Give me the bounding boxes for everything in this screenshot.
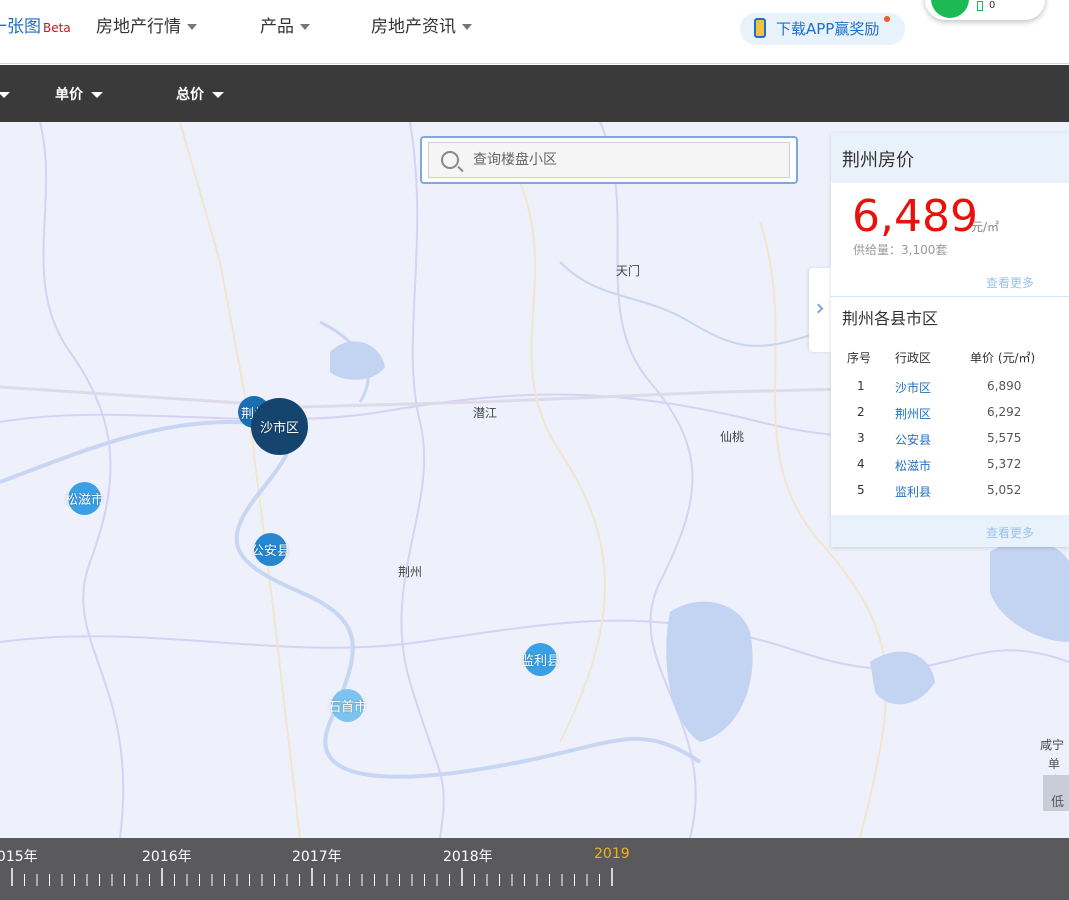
table-row-price: 5,575 — [987, 431, 1022, 445]
table-row-price: 5,372 — [987, 457, 1022, 471]
table-row-index: 1 — [857, 379, 865, 393]
district-bubble[interactable]: 松滋市 — [65, 482, 105, 515]
price-panel: 荆州房价 6,489 元/㎡ 供给量：3,100套 查看更多 荆州各县市区 序号… — [831, 133, 1069, 547]
timeline-year[interactable]: 2018年 — [443, 846, 493, 866]
table-row-index: 2 — [857, 405, 865, 419]
site-logo[interactable]: 一张图Beta — [0, 12, 71, 37]
beta-badge: Beta — [43, 21, 71, 35]
place-label: 潜江 — [473, 406, 498, 420]
phone-icon — [754, 18, 766, 38]
panel-collapse-button[interactable] — [809, 268, 831, 352]
district-bubble-label: 石首市 — [328, 700, 368, 715]
district-bubble[interactable]: 沙市区 — [251, 398, 308, 455]
timeline[interactable]: 2015年 2016年 2017年 2018年 2019 — [0, 838, 1069, 900]
chevron-down-icon — [187, 24, 197, 30]
district-link[interactable]: 公安县 — [895, 431, 931, 448]
column-header-price: 单价 (元/㎡) — [970, 351, 1036, 365]
price-unit: 元/㎡ — [971, 220, 1000, 234]
top-nav: 一张图Beta 房地产行情 产品 房地产资讯 下载APP赢奖励 0 — [0, 0, 1069, 64]
place-label: 天门 — [616, 264, 641, 278]
filter-unit-price-label: 单价 — [55, 87, 83, 103]
panel-header: 荆州房价 — [831, 133, 1069, 183]
place-label: 咸宁 — [1040, 738, 1065, 752]
notification-dot — [884, 16, 890, 22]
nav-news[interactable]: 房地产资讯 — [371, 12, 472, 37]
table-row-index: 5 — [857, 483, 865, 497]
filter-total-price[interactable]: 总价 — [176, 84, 224, 104]
nav-market-label: 房地产行情 — [96, 17, 181, 37]
district-bubble-label: 松滋市 — [65, 493, 105, 508]
panel-footer: 查看更多 — [831, 515, 1069, 547]
supply-count: 供给量：3,100套 — [853, 243, 948, 257]
timeline-year[interactable]: 2016年 — [142, 846, 192, 866]
table-row-price: 5,052 — [987, 483, 1022, 497]
battery-icon — [977, 1, 983, 11]
chevron-right-icon — [813, 303, 824, 314]
filter-unit-price[interactable]: 单价 — [55, 84, 103, 104]
table-row-price: 6,890 — [987, 379, 1022, 393]
district-bubble-label: 公安县 — [251, 544, 291, 559]
status-widget[interactable]: 0 — [925, 0, 1045, 20]
status-count: 0 — [989, 0, 996, 11]
timeline-year[interactable]: 2017年 — [292, 846, 342, 866]
table-row-price: 6,292 — [987, 405, 1022, 419]
filter-total-price-label: 总价 — [176, 87, 204, 103]
district-bubble[interactable]: 公安县 — [251, 533, 291, 566]
district-bubble[interactable]: 监利县 — [521, 643, 561, 676]
section-title: 荆州各县市区 — [842, 309, 939, 328]
chevron-down-icon — [91, 92, 103, 98]
nav-news-label: 房地产资讯 — [371, 17, 456, 37]
district-bubble-label: 监利县 — [521, 654, 561, 669]
timeline-year[interactable]: 2015年 — [0, 846, 38, 866]
district-bubble-label: 沙市区 — [259, 421, 299, 436]
chevron-down-icon[interactable] — [0, 92, 10, 98]
logo-text: 一张图 — [0, 17, 41, 37]
nav-products[interactable]: 产品 — [260, 12, 310, 37]
legend-low-label: 低 — [1051, 795, 1065, 810]
place-label: 仙桃 — [720, 430, 745, 444]
chevron-down-icon — [212, 92, 224, 98]
search-box — [420, 136, 798, 184]
district-link[interactable]: 荆州区 — [895, 405, 931, 422]
search-input[interactable] — [473, 143, 773, 177]
district-link[interactable]: 监利县 — [895, 483, 931, 500]
nav-products-label: 产品 — [260, 17, 294, 37]
app-download-button[interactable]: 下载APP赢奖励 — [740, 13, 905, 45]
place-label: 荆州 — [398, 565, 423, 579]
column-header-index: 序号 — [847, 351, 872, 365]
search-field-wrap — [428, 142, 790, 178]
view-more-link[interactable]: 查看更多 — [986, 274, 1034, 291]
timeline-ticks — [11, 868, 613, 886]
table-row-index: 4 — [857, 457, 865, 471]
district-link[interactable]: 松滋市 — [895, 457, 931, 474]
district-link[interactable]: 沙市区 — [895, 379, 931, 396]
average-price: 6,489 — [852, 191, 978, 242]
nav-market[interactable]: 房地产行情 — [96, 12, 197, 37]
district-bubble[interactable]: 石首市 — [328, 689, 368, 722]
legend-low: 低 — [1043, 775, 1069, 811]
panel-title: 荆州房价 — [842, 150, 914, 171]
wifi-icon — [931, 0, 969, 18]
divider — [831, 296, 1069, 297]
search-icon[interactable] — [441, 151, 459, 169]
column-header-district: 行政区 — [895, 351, 932, 365]
chevron-down-icon — [300, 24, 310, 30]
view-more-link[interactable]: 查看更多 — [986, 524, 1034, 541]
filter-bar: 单价 总价 — [0, 65, 1069, 122]
app-download-label: 下载APP赢奖励 — [776, 20, 880, 38]
table-row-index: 3 — [857, 431, 865, 445]
timeline-year-active[interactable]: 2019 — [594, 846, 630, 862]
chevron-down-icon — [462, 24, 472, 30]
